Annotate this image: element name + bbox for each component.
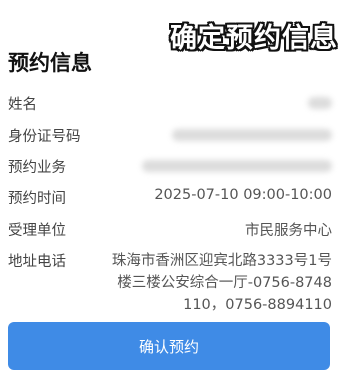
confirm-appointment-button[interactable]: 确认预约	[8, 322, 330, 370]
unit-row: 受理单位 市民服务中心	[8, 219, 332, 240]
name-value-redacted	[308, 97, 332, 109]
appointment-info-page: 确定预约信息 预约信息 姓名 身份证号码 预约业务 预约时间 2025-07-1…	[0, 0, 346, 384]
overlay-caption: 确定预约信息	[170, 23, 338, 54]
address-line: 110，0756-8894110	[183, 297, 332, 313]
address-line: 珠海市香洲区迎宾北路3333号1号	[111, 253, 332, 269]
business-row: 预约业务	[8, 156, 332, 177]
page-title: 预约信息	[8, 51, 92, 75]
address-line: 楼三楼公安综合一厅-0756-8748	[117, 275, 332, 291]
address-value: 珠海市香洲区迎宾北路3333号1号 楼三楼公安综合一厅-0756-8748 11…	[104, 250, 332, 316]
time-row: 预约时间 2025-07-10 09:00-10:00	[8, 187, 332, 208]
business-label: 预约业务	[8, 160, 66, 176]
business-value-redacted	[142, 160, 332, 172]
time-value: 2025-07-10 09:00-10:00	[154, 187, 332, 203]
id-row: 身份证号码	[8, 125, 332, 146]
name-row: 姓名	[8, 93, 332, 114]
unit-value: 市民服务中心	[245, 223, 332, 239]
id-value-redacted	[172, 129, 332, 141]
address-row: 地址电话 珠海市香洲区迎宾北路3333号1号 楼三楼公安综合一厅-0756-87…	[8, 250, 332, 316]
unit-label: 受理单位	[8, 223, 66, 239]
address-label: 地址电话	[8, 254, 66, 270]
time-label: 预约时间	[8, 191, 66, 207]
id-label: 身份证号码	[8, 129, 81, 145]
name-label: 姓名	[8, 97, 37, 113]
